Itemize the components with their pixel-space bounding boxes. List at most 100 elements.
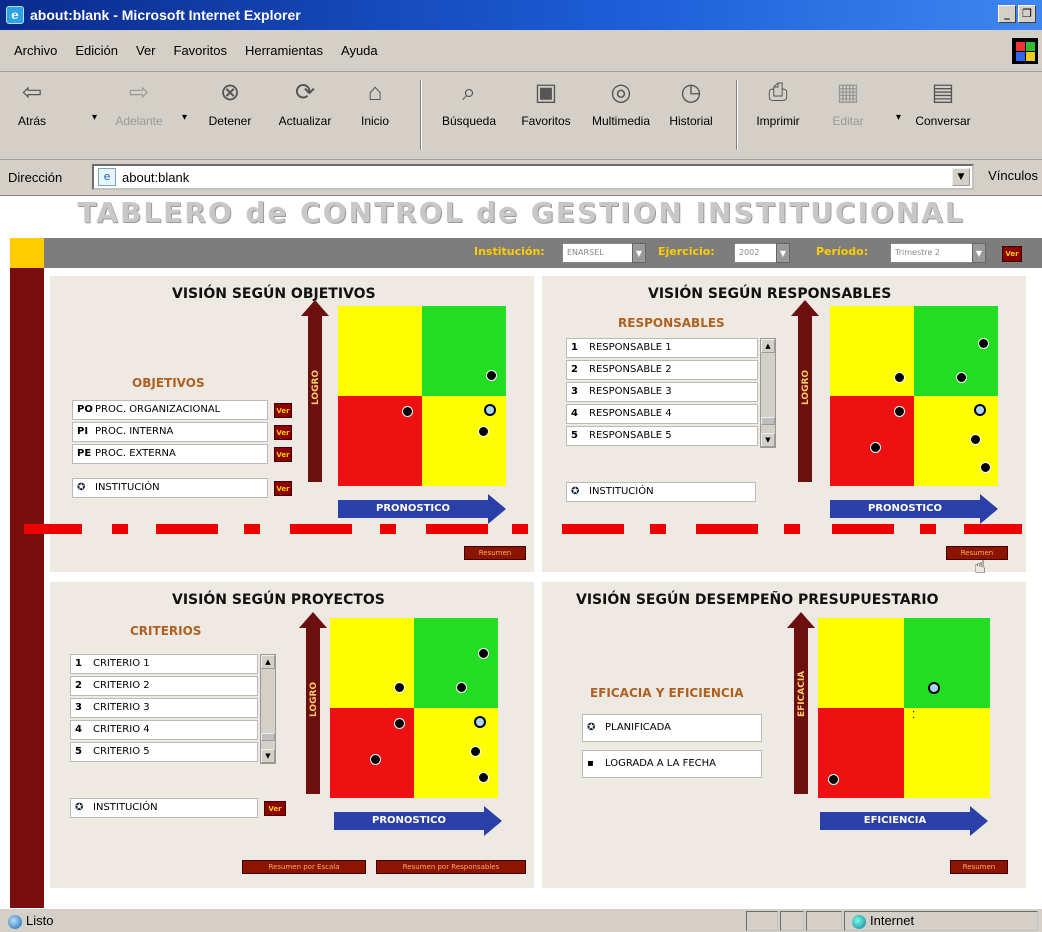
list-item[interactable]: 4 RESPONSABLE 4 bbox=[566, 404, 758, 424]
planned-marker[interactable] bbox=[484, 404, 496, 416]
point-marker[interactable] bbox=[478, 426, 489, 437]
back-button[interactable]: ⇦ Atrás bbox=[12, 78, 52, 128]
scroll-down-icon[interactable]: ▼ bbox=[761, 433, 775, 447]
menu-herramientas[interactable]: Herramientas bbox=[245, 43, 323, 58]
point-marker[interactable] bbox=[956, 372, 967, 383]
planned-marker-icon: ✪ bbox=[571, 486, 580, 497]
address-dropdown-icon[interactable]: ▼ bbox=[952, 168, 970, 186]
refresh-button[interactable]: ⟳ Actualizar bbox=[268, 78, 342, 128]
point-marker[interactable] bbox=[394, 682, 405, 693]
menu-edicion[interactable]: Edición bbox=[75, 43, 118, 58]
ver-button[interactable]: Ver bbox=[274, 447, 292, 462]
scroll-thumb[interactable] bbox=[761, 417, 775, 425]
planned-marker[interactable] bbox=[928, 682, 940, 694]
list-item[interactable]: 1 RESPONSABLE 1 bbox=[566, 338, 758, 358]
list-item[interactable]: 3 RESPONSABLE 3 bbox=[566, 382, 758, 402]
menu-ver[interactable]: Ver bbox=[136, 43, 156, 58]
menu-ayuda[interactable]: Ayuda bbox=[341, 43, 378, 58]
list-scrollbar[interactable]: ▲ ▼ bbox=[760, 338, 776, 448]
achieved-marker[interactable]: ⁚ bbox=[912, 710, 915, 721]
list-item[interactable]: 3 CRITERIO 3 bbox=[70, 698, 258, 718]
point-marker[interactable] bbox=[456, 682, 467, 693]
point-marker[interactable] bbox=[894, 406, 905, 417]
scroll-up-icon[interactable]: ▲ bbox=[261, 655, 275, 669]
point-marker[interactable] bbox=[402, 406, 413, 417]
links-button[interactable]: Vínculos bbox=[988, 168, 1038, 183]
search-button[interactable]: ⌕ Búsqueda bbox=[432, 78, 506, 128]
point-marker[interactable] bbox=[978, 338, 989, 349]
quadrant-yellow bbox=[330, 618, 414, 708]
history-button[interactable]: ◷ Historial bbox=[658, 78, 724, 128]
periodo-select[interactable]: Trimestre 2 ▼ bbox=[890, 243, 986, 263]
home-button[interactable]: ⌂ Inicio bbox=[352, 78, 398, 128]
back-arrow-icon: ⇦ bbox=[21, 79, 43, 106]
point-marker[interactable] bbox=[478, 648, 489, 659]
search-icon: ⌕ bbox=[462, 79, 476, 106]
media-button[interactable]: ◎ Multimedia bbox=[586, 78, 656, 128]
institucion-row[interactable]: ✪ INSTITUCIÓN bbox=[70, 798, 258, 818]
ver-button[interactable]: Ver bbox=[274, 481, 292, 496]
list-item[interactable]: 5 CRITERIO 5 bbox=[70, 742, 258, 762]
history-icon: ◷ bbox=[680, 79, 702, 106]
back-dropdown-icon[interactable]: ▾ bbox=[92, 112, 97, 123]
list-item[interactable]: 1 CRITERIO 1 bbox=[70, 654, 258, 674]
panel-presupuestario-title: VISIÓN SEGÚN DESEMPEÑO PRESUPUESTARIO bbox=[576, 592, 939, 608]
point-marker[interactable] bbox=[870, 442, 881, 453]
discuss-button[interactable]: ▤ Conversar bbox=[906, 78, 980, 128]
list-item[interactable]: PO PROC. ORGANIZACIONAL bbox=[72, 400, 268, 420]
stop-button[interactable]: ⊗ Detener bbox=[198, 78, 262, 128]
institucion-row[interactable]: ✪ INSTITUCIÓN bbox=[566, 482, 756, 502]
edit-dropdown-icon[interactable]: ▾ bbox=[896, 112, 901, 123]
point-marker[interactable] bbox=[370, 754, 381, 765]
list-scrollbar[interactable]: ▲ ▼ bbox=[260, 654, 276, 764]
point-marker[interactable] bbox=[394, 718, 405, 729]
address-value[interactable]: about:blank bbox=[122, 170, 189, 185]
resumen-responsables-button[interactable]: Resumen por Responsables bbox=[376, 860, 526, 874]
ver-button[interactable]: Ver bbox=[274, 425, 292, 440]
chevron-down-icon: ▼ bbox=[776, 243, 790, 263]
minimize-button[interactable]: _ bbox=[998, 5, 1016, 23]
point-marker[interactable] bbox=[894, 372, 905, 383]
ver-button[interactable]: Ver bbox=[264, 801, 286, 816]
planned-marker[interactable] bbox=[474, 716, 486, 728]
ver-button[interactable]: Ver bbox=[1002, 246, 1022, 262]
ejercicio-select[interactable]: 2002 ▼ bbox=[734, 243, 790, 263]
resumen-escala-button[interactable]: Resumen por Escala bbox=[242, 860, 366, 874]
logro-axis-arrow: LOGRO bbox=[299, 612, 327, 794]
forward-button[interactable]: ⇨ Adelante bbox=[104, 78, 174, 128]
address-input[interactable]: e about:blank ▼ bbox=[92, 164, 974, 190]
resumen-button[interactable]: Resumen bbox=[950, 860, 1008, 874]
print-button[interactable]: ⎙ Imprimir bbox=[748, 78, 808, 128]
point-marker[interactable] bbox=[478, 772, 489, 783]
list-item[interactable]: 5 RESPONSABLE 5 bbox=[566, 426, 758, 446]
ver-button[interactable]: Ver bbox=[274, 403, 292, 418]
resumen-button[interactable]: Resumen bbox=[464, 546, 526, 560]
scroll-thumb[interactable] bbox=[261, 733, 275, 741]
scroll-down-icon[interactable]: ▼ bbox=[261, 749, 275, 763]
menu-archivo[interactable]: Archivo bbox=[14, 43, 57, 58]
maximize-button[interactable]: ❐ bbox=[1018, 5, 1036, 23]
point-marker[interactable] bbox=[980, 462, 991, 473]
address-bar: Dirección e about:blank ▼ Vínculos bbox=[0, 160, 1042, 196]
favorites-button[interactable]: ▣ Favoritos bbox=[508, 78, 584, 128]
list-item[interactable]: 2 RESPONSABLE 2 bbox=[566, 360, 758, 380]
institucion-select[interactable]: ENARSEL ▼ bbox=[562, 243, 646, 263]
scroll-up-icon[interactable]: ▲ bbox=[761, 339, 775, 353]
forward-dropdown-icon[interactable]: ▾ bbox=[182, 112, 187, 123]
point-marker[interactable] bbox=[486, 370, 497, 381]
list-item[interactable]: 2 CRITERIO 2 bbox=[70, 676, 258, 696]
list-item[interactable]: 4 CRITERIO 4 bbox=[70, 720, 258, 740]
list-item[interactable]: PI PROC. INTERNA bbox=[72, 422, 268, 442]
point-marker[interactable] bbox=[470, 746, 481, 757]
planned-marker[interactable] bbox=[974, 404, 986, 416]
point-marker[interactable] bbox=[970, 434, 981, 445]
point-marker[interactable] bbox=[828, 774, 839, 785]
chevron-down-icon: ▼ bbox=[972, 243, 986, 263]
list-item[interactable]: PE PROC. EXTERNA bbox=[72, 444, 268, 464]
status-cell bbox=[746, 911, 778, 931]
edit-button[interactable]: ▦ Editar bbox=[828, 78, 868, 128]
institucion-row[interactable]: ✪ INSTITUCIÓN bbox=[72, 478, 268, 498]
standard-toolbar: ⇦ Atrás ▾ ⇨ Adelante ▾ ⊗ Detener ⟳ Actua… bbox=[0, 72, 1042, 160]
planned-marker-icon: ✪ bbox=[75, 802, 84, 813]
menu-favoritos[interactable]: Favoritos bbox=[174, 43, 227, 58]
